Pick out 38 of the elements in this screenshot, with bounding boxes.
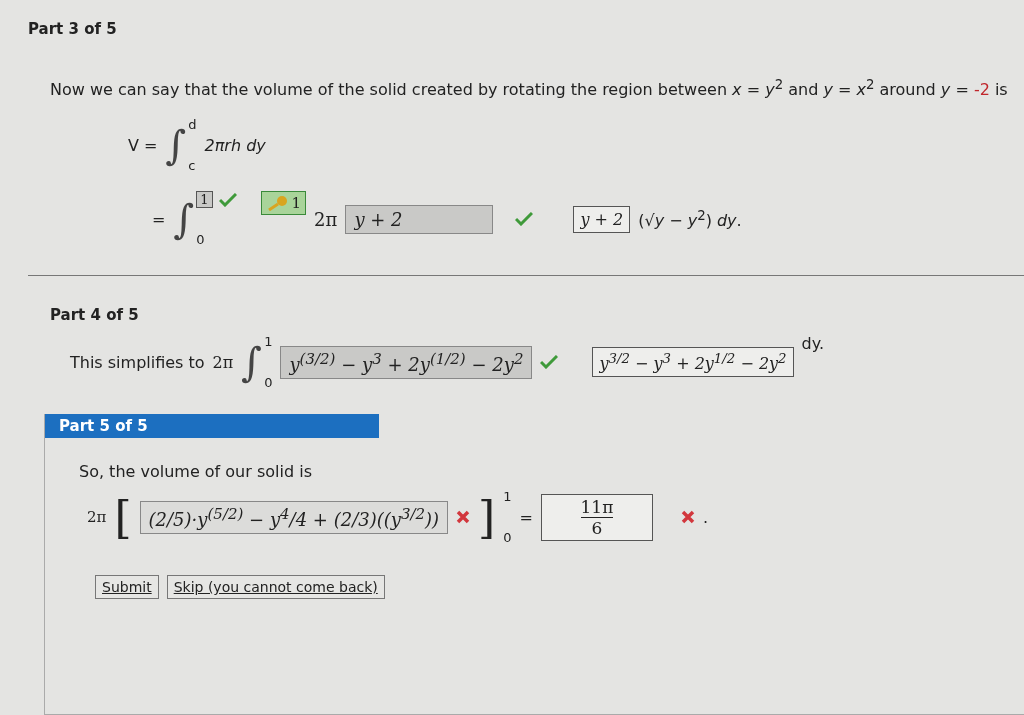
antiderivative-input-field[interactable]: (2/5)·y$^{(5/2)}$ − y$^{4}$/4 + (2/3)((y$^{3/2}$)) — [139, 500, 449, 534]
two-pi-factor: 2π — [87, 508, 107, 527]
two-pi-factor: 2π — [212, 352, 234, 372]
lead-text: So, the volume of our solid is — [79, 462, 313, 482]
differential-text: dy. — [801, 334, 824, 354]
bracket: ] — [478, 491, 496, 543]
integrand-text: 2πrh dy — [204, 135, 266, 155]
lead-text: This simplifies to — [70, 352, 205, 372]
hint-button[interactable]: 1 — [260, 191, 307, 216]
submit-button[interactable]: Submit — [95, 575, 159, 600]
radius-input-field[interactable]: y + 2 — [345, 204, 494, 234]
integral-sign: ∫ — [241, 339, 263, 386]
answer-preview: y + 2 — [573, 205, 631, 233]
part-header: Part 5 of 5 — [45, 414, 379, 439]
lower-limit: 0 — [503, 530, 512, 546]
lower-limit: 0 — [264, 375, 273, 391]
upper-limit: d — [188, 117, 197, 133]
lower-limit: c — [188, 158, 197, 174]
equals-sign: = — [519, 507, 533, 527]
integral-sign: ∫ — [165, 122, 187, 169]
bracket: [ — [114, 491, 132, 543]
answer-preview: y$^{3/2}$ − y$^{3}$ + 2y$^{1/2}$ − 2y$^{2}$ — [592, 347, 794, 378]
upper-limit-field[interactable]: 1 — [196, 191, 213, 209]
answer-input-field[interactable]: 11π 6 — [540, 493, 653, 541]
part-title: Part 4 of 5 — [50, 306, 140, 325]
integrand-input-field[interactable]: y$^{(3/2)}$ − y$^{3}$ + 2y$^{(1/2)}$ − 2y$^{2}$ — [280, 345, 533, 379]
volume-label: V = — [128, 135, 158, 155]
integral-sign: ∫ — [173, 196, 195, 243]
equals-sign: = — [152, 209, 166, 229]
upper-limit: 1 — [264, 334, 273, 350]
question-text: Now we can say that the volume of the solid created by rotating the region between x = y$^{2}$ and y = x$^{2}$ around y = -2 is — [50, 76, 1009, 102]
two-pi-factor: 2π — [314, 208, 338, 230]
integrand-text: (√y − y$^{2}$) dy. — [638, 208, 742, 231]
period-text: . — [702, 507, 709, 527]
upper-limit: 1 — [503, 489, 512, 505]
part-title: Part 3 of 5 — [28, 20, 118, 38]
lower-limit: 0 — [196, 232, 206, 248]
skip-button[interactable]: Skip (you cannot come back) — [166, 575, 385, 600]
